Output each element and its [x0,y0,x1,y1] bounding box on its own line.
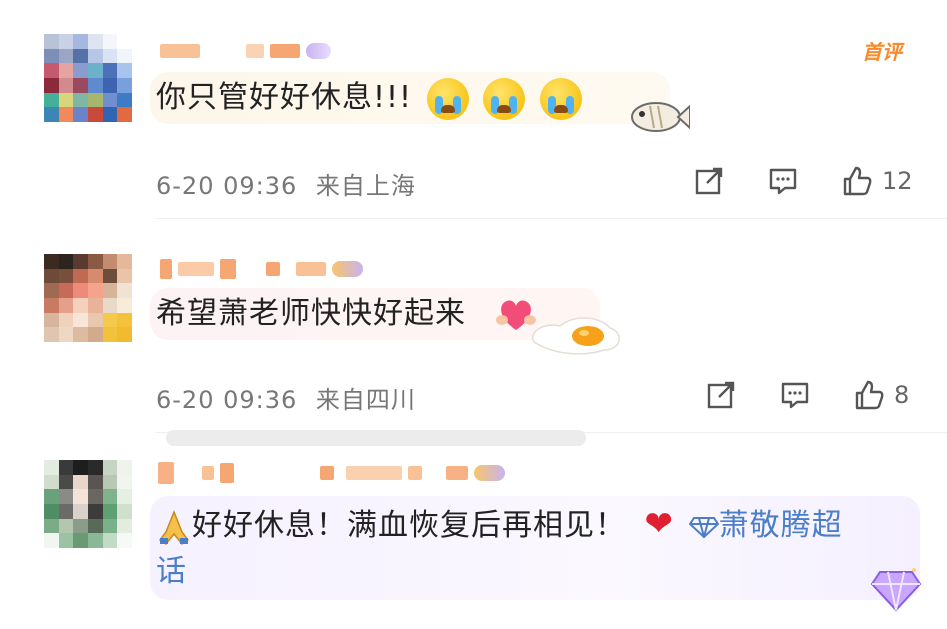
share-icon[interactable] [692,164,726,198]
comment-meta: 6-20 09:36 来自四川 [156,380,416,415]
fish-decoration-icon [631,102,690,132]
crying-face-emoji-icon [426,77,469,120]
comment-text-content: 你只管好好休息!!! [156,80,413,115]
fried-egg-decoration-icon [531,317,620,355]
gem-badge-decoration-icon [870,568,922,612]
praying-hands-emoji-icon [158,509,190,545]
comment-icon[interactable] [766,164,800,198]
user-badge [332,261,364,277]
user-badge [306,43,331,59]
username-blurred[interactable] [160,258,364,280]
avatar[interactable] [44,460,132,548]
username-blurred[interactable] [160,40,331,62]
crying-face-emoji-icon [483,77,526,120]
like-count: 8 [894,381,910,409]
comment-meta: 6-20 09:36 来自上海 [156,166,416,201]
comment-location: 来自上海 [315,172,416,200]
like-count: 12 [882,167,913,195]
divider [156,218,947,219]
supertopic-label-tail[interactable]: 话 [156,554,187,589]
comment-text: 希望萧老师快快好起来 [156,292,466,336]
supertopic-label[interactable]: 萧敬腾超 [719,508,843,543]
comment-time: 6-20 09:36 [156,172,298,200]
comment-location: 来自四川 [315,386,416,414]
avatar[interactable] [44,34,132,122]
comment-text-line2: 话 [156,550,187,594]
username-blurred[interactable] [158,462,506,484]
share-icon[interactable] [704,378,738,412]
thumbs-up-icon[interactable] [840,164,874,198]
comment-text-content: 希望萧老师快快好起来 [156,296,466,331]
supertopic-link[interactable]: 萧敬腾超 [688,508,843,543]
thumbs-up-icon[interactable] [852,378,886,412]
red-heart-emoji-icon: ❤ [644,504,675,544]
diamond-icon [688,516,719,541]
comment-text-content: 好好休息！满血恢复后再相见！ [192,508,626,543]
comment-icon[interactable] [778,378,812,412]
comment-text: 你只管好好休息!!! [156,76,582,120]
comment-time: 6-20 09:36 [156,386,298,414]
avatar[interactable] [44,254,132,342]
comment-text: 好好休息！满血恢复后再相见！ ❤ 萧敬腾超 [156,502,843,548]
crying-face-emoji-icon [539,77,582,120]
user-badge [474,465,506,481]
scroll-shadow [166,430,586,446]
top-comment-tag: 首评 [862,40,902,64]
